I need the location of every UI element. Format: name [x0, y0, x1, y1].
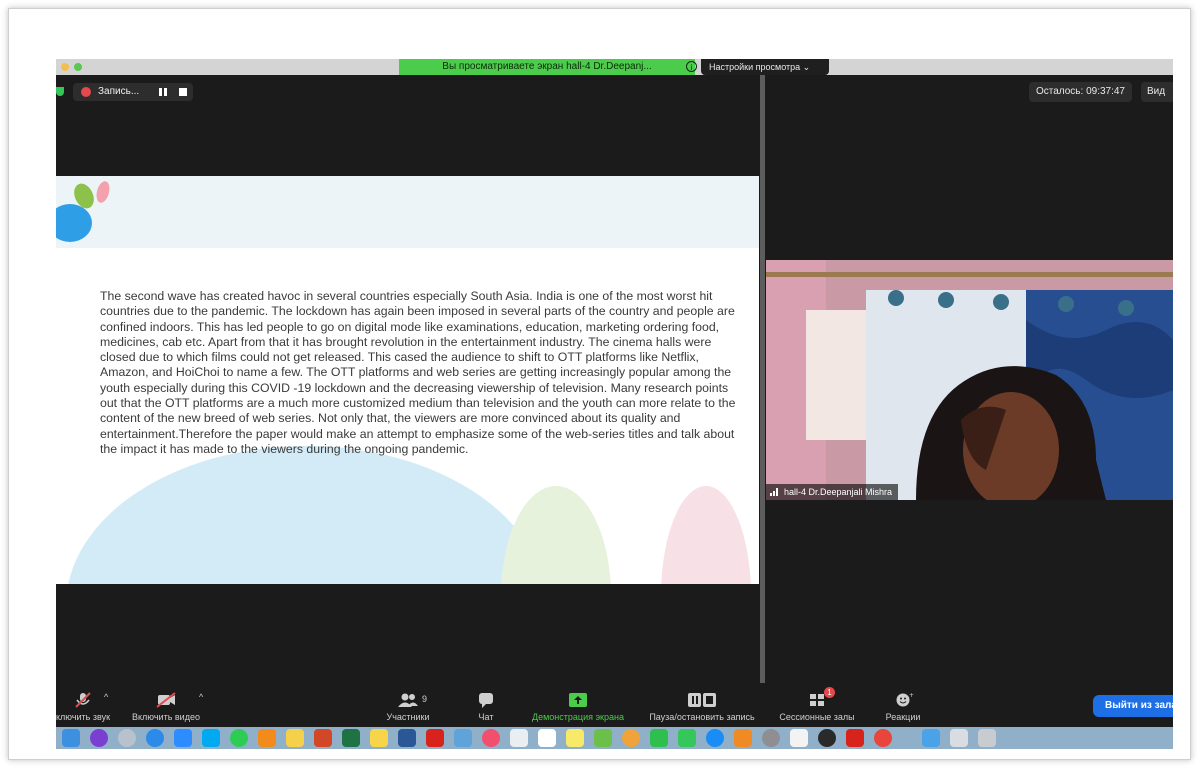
trash-icon[interactable]: [978, 729, 996, 747]
pdf-app-icon[interactable]: [846, 729, 864, 747]
participant-video[interactable]: hall-4 Dr.Deepanjali Mishra: [766, 260, 1173, 500]
view-button[interactable]: Вид: [1141, 82, 1173, 102]
clock-icon[interactable]: [818, 729, 836, 747]
video-off-icon: [156, 692, 176, 708]
view-settings-button[interactable]: Настройки просмотра ⌄: [701, 59, 829, 75]
view-settings-label: Настройки просмотра ⌄: [709, 62, 811, 72]
chat-button[interactable]: Чат: [466, 686, 506, 727]
siri-icon[interactable]: [90, 729, 108, 747]
chat-label: Чат: [478, 712, 494, 722]
documents-icon[interactable]: [950, 729, 968, 747]
meeting-toolbar: ключить звук ^ Включить видео ^ Участник…: [56, 686, 1173, 727]
pause-stop-recording-label: Пауза/остановить запись: [649, 712, 755, 722]
calendar-icon[interactable]: [538, 729, 556, 747]
share-screen-icon: [569, 693, 587, 707]
finder-icon[interactable]: [62, 729, 80, 747]
window-minimize-dot[interactable]: [61, 63, 69, 71]
window-maximize-dot[interactable]: [74, 63, 82, 71]
books-icon[interactable]: [734, 729, 752, 747]
video-scene: [766, 260, 1173, 500]
reactions-smiley-icon: +: [896, 692, 914, 707]
signal-strength-icon: [770, 488, 778, 496]
shared-screen-slide: The second wave has created havoc in sev…: [56, 176, 759, 584]
safari-icon[interactable]: [146, 729, 164, 747]
breakout-rooms-button[interactable]: Сессионные залы: [772, 686, 862, 727]
mute-button[interactable]: ключить звук: [56, 686, 118, 727]
preview-icon[interactable]: [454, 729, 472, 747]
muted-microphone-icon: [75, 692, 91, 708]
share-screen-label: Демонстрация экрана: [532, 712, 624, 722]
audio-options-chevron-icon[interactable]: ^: [104, 692, 108, 702]
reactions-button[interactable]: + Реакции: [878, 686, 928, 727]
split-divider[interactable]: [760, 75, 765, 683]
vlc-icon[interactable]: [258, 729, 276, 747]
excel-icon[interactable]: [342, 729, 360, 747]
participant-name: hall-4 Dr.Deepanjali Mishra: [784, 487, 893, 497]
photos-icon[interactable]: [622, 729, 640, 747]
svg-text:+: +: [909, 692, 914, 699]
zoom-icon[interactable]: [174, 729, 192, 747]
participants-count: 9: [422, 694, 428, 704]
leave-meeting-label: Выйти из зала: [1105, 700, 1173, 711]
itunes-icon[interactable]: [482, 729, 500, 747]
whatsapp-icon[interactable]: [230, 729, 248, 747]
powerpoint-icon[interactable]: [314, 729, 332, 747]
pause-stop-recording-button[interactable]: Пауза/остановить запись: [640, 686, 764, 727]
macos-dock: [56, 727, 1173, 749]
viewing-banner-text: Вы просматриваете экран hall-4 Dr.Deepan…: [442, 61, 652, 72]
facetime-icon[interactable]: [678, 729, 696, 747]
info-icon[interactable]: i: [686, 61, 697, 72]
notes-icon[interactable]: [370, 729, 388, 747]
pause-icon[interactable]: [159, 88, 167, 96]
participants-icon: [398, 693, 418, 707]
photos-app-icon[interactable]: [286, 729, 304, 747]
chrome-icon[interactable]: [874, 729, 892, 747]
view-button-label: Вид: [1147, 86, 1166, 97]
share-screen-button[interactable]: Демонстрация экрана: [522, 686, 634, 727]
breakout-rooms-label: Сессионные залы: [779, 712, 855, 722]
participants-label: Участники: [386, 712, 430, 722]
messages-icon[interactable]: [650, 729, 668, 747]
participant-name-tag: hall-4 Dr.Deepanjali Mishra: [766, 484, 899, 500]
downloads-folder-icon[interactable]: [922, 729, 940, 747]
chat-icon: [479, 693, 493, 708]
reactions-label: Реакции: [885, 712, 921, 722]
acrobat-icon[interactable]: [426, 729, 444, 747]
viewing-banner: Вы просматриваете экран hall-4 Dr.Deepan…: [399, 59, 695, 75]
pause-stop-record-icon: [688, 693, 716, 707]
start-video-label: Включить видео: [132, 712, 200, 722]
recording-indicator: Запись...: [73, 83, 193, 101]
system-preferences-icon[interactable]: [762, 729, 780, 747]
mail-icon[interactable]: [510, 729, 528, 747]
time-remaining-label: Осталось: 09:37:47: [1029, 82, 1132, 102]
leave-meeting-button[interactable]: Выйти из зала: [1093, 695, 1173, 717]
stop-icon[interactable]: [179, 88, 187, 96]
record-dot-icon: [81, 87, 91, 97]
video-options-chevron-icon[interactable]: ^: [199, 692, 203, 702]
skype-icon[interactable]: [202, 729, 220, 747]
zoom-window: Вы просматриваете экран hall-4 Dr.Deepan…: [56, 59, 1173, 749]
screenshot-frame: Вы просматриваете экран hall-4 Dr.Deepan…: [8, 8, 1191, 760]
launchpad-icon[interactable]: [118, 729, 136, 747]
slide-body-text: The second wave has created havoc in sev…: [100, 289, 736, 456]
textedit-icon[interactable]: [790, 729, 808, 747]
encryption-shield-icon[interactable]: [56, 87, 64, 96]
recording-label: Запись...: [98, 86, 140, 97]
start-video-button[interactable]: Включить видео: [126, 686, 206, 727]
breakout-notification-badge: 1: [824, 687, 835, 698]
stickies-icon[interactable]: [566, 729, 584, 747]
word-icon[interactable]: [398, 729, 416, 747]
app-store-icon[interactable]: [706, 729, 724, 747]
maps-icon[interactable]: [594, 729, 612, 747]
mute-label: ключить звук: [56, 712, 111, 722]
participants-button[interactable]: Участники: [378, 686, 438, 727]
